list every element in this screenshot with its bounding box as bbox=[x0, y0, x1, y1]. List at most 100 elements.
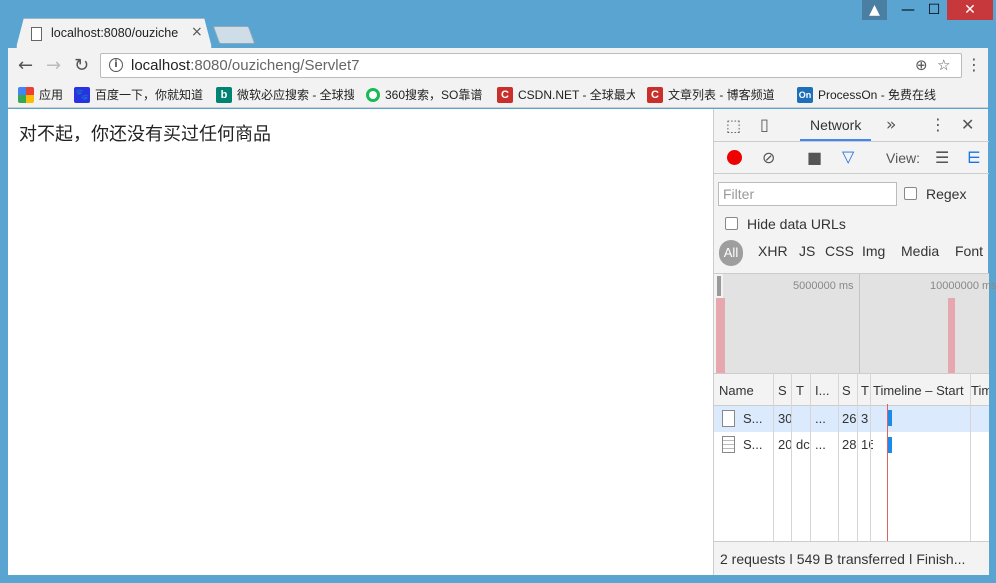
bookmark-csdn[interactable]: C CSDN.NET - 全球最大 bbox=[497, 86, 635, 103]
devtools-menu-icon[interactable]: ⋮ bbox=[930, 115, 946, 134]
column-divider[interactable] bbox=[870, 373, 871, 541]
bookmark-label: 百度一下，你就知道 bbox=[95, 88, 204, 102]
reload-icon[interactable]: ↻ bbox=[74, 55, 89, 76]
address-bar[interactable]: i localhost:8080/ouzicheng/Servlet7 ⊕ ☆ bbox=[100, 53, 962, 78]
document-icon bbox=[722, 410, 735, 427]
network-overview[interactable]: 5000000 ms 10000000 ms bbox=[714, 273, 996, 374]
cell-name: S... bbox=[743, 411, 763, 426]
maximize-button[interactable]: ☐ bbox=[921, 0, 947, 20]
table-row[interactable]: S... 30 ... 26 3 bbox=[714, 406, 989, 432]
table-row[interactable]: S... 20 dc ... 28 16 bbox=[714, 432, 989, 458]
column-status[interactable]: S bbox=[778, 383, 789, 398]
forward-icon[interactable]: → bbox=[46, 55, 61, 76]
bookmark-blog-articles[interactable]: C 文章列表 - 博客频道 bbox=[647, 86, 785, 103]
network-status-bar: 2 requests ǀ 549 B transferred ǀ Finish.… bbox=[714, 541, 989, 575]
regex-label: Regex bbox=[926, 186, 967, 202]
more-tabs-icon[interactable]: » bbox=[886, 115, 896, 135]
browser-tab[interactable]: localhost:8080/ouziche × bbox=[16, 18, 212, 48]
bookmark-baidu[interactable]: 🐾 百度一下，你就知道 bbox=[74, 86, 210, 103]
column-divider[interactable] bbox=[838, 373, 839, 541]
device-toolbar-icon[interactable]: ▯ bbox=[760, 115, 769, 134]
bookmarks-bar: 应用 🐾 百度一下，你就知道 b 微软必应搜索 - 全球搜 360搜索，SO靠谱… bbox=[8, 82, 988, 108]
overview-activity-mark bbox=[716, 298, 725, 374]
bookmark-label: 文章列表 - 博客频道 bbox=[668, 88, 775, 102]
bookmark-processon[interactable]: On ProcessOn - 免费在线 bbox=[797, 86, 937, 103]
bookmark-star-icon[interactable]: ☆ bbox=[937, 56, 950, 74]
cell-name: S... bbox=[743, 437, 763, 452]
cell-initiator: ... bbox=[815, 437, 826, 452]
url-text[interactable]: localhost:8080/ouzicheng/Servlet7 bbox=[131, 57, 360, 74]
waterfall-bar bbox=[888, 410, 892, 426]
translate-icon[interactable]: ⊕ bbox=[915, 56, 928, 74]
type-filter-all[interactable]: All bbox=[719, 240, 743, 266]
page-message: 对不起，你还没有买过任何商品 bbox=[19, 124, 271, 145]
column-timeline-start[interactable]: Timeline – Start bbox=[873, 383, 968, 398]
document-icon bbox=[722, 436, 735, 453]
request-table-body: S... 30 ... 26 3 S... 20 dc ... 28 16 bbox=[714, 406, 989, 541]
load-event-line bbox=[887, 404, 888, 541]
cell-status: 20 bbox=[778, 437, 792, 452]
bookmark-label: ProcessOn - 免费在线 bbox=[818, 88, 937, 102]
baidu-icon: 🐾 bbox=[74, 86, 90, 103]
processon-icon: On bbox=[797, 86, 813, 103]
tab-network[interactable]: Network bbox=[800, 109, 872, 141]
csdn-icon: C bbox=[497, 86, 513, 103]
column-divider[interactable] bbox=[791, 373, 792, 541]
chrome-menu-icon[interactable]: ⋮ bbox=[966, 55, 982, 74]
view-label: View: bbox=[886, 150, 920, 166]
record-icon[interactable] bbox=[727, 150, 742, 165]
back-icon[interactable]: ← bbox=[18, 55, 33, 76]
type-filter-xhr[interactable]: XHR bbox=[758, 243, 788, 259]
bookmark-apps[interactable]: 应用 bbox=[18, 86, 74, 103]
clear-icon[interactable]: ⊘ bbox=[762, 148, 775, 167]
column-initiator[interactable]: I... bbox=[815, 383, 830, 398]
network-controls: ⊘ ■ ▽ View: ☰ ⋿ bbox=[714, 142, 989, 174]
bookmark-label: 360搜索，SO靠谱 bbox=[385, 88, 483, 102]
url-path: :8080/ouzicheng/Servlet7 bbox=[190, 57, 360, 74]
type-filter-js[interactable]: JS bbox=[799, 243, 815, 259]
capture-screenshots-icon[interactable]: ■ bbox=[807, 148, 822, 167]
type-filter-font[interactable]: Font bbox=[955, 243, 983, 259]
cell-size: 28 bbox=[842, 437, 857, 452]
waterfall-bar bbox=[888, 437, 892, 453]
devtools-panel: ⬚ ▯ Network » ⋮ ✕ ⊘ ■ ▽ View: ☰ ⋿ Filter… bbox=[713, 109, 996, 575]
close-window-button[interactable]: ✕ bbox=[947, 0, 993, 20]
bookmark-360[interactable]: 360搜索，SO靠谱 bbox=[366, 86, 494, 103]
column-divider[interactable] bbox=[773, 373, 774, 541]
column-size[interactable]: S bbox=[842, 383, 852, 398]
type-filter-media[interactable]: Media bbox=[901, 243, 939, 259]
hide-data-urls-checkbox[interactable] bbox=[725, 217, 738, 230]
devtools-close-icon[interactable]: ✕ bbox=[961, 115, 974, 134]
user-profile-icon[interactable]: ▲ bbox=[862, 0, 887, 20]
page-icon bbox=[31, 27, 42, 41]
column-type[interactable]: T bbox=[796, 383, 806, 398]
csdn-icon: C bbox=[647, 86, 663, 103]
overview-grip[interactable] bbox=[717, 276, 721, 296]
minimize-button[interactable]: — bbox=[895, 0, 921, 20]
column-name[interactable]: Name bbox=[719, 383, 774, 398]
new-tab-button[interactable] bbox=[212, 26, 256, 44]
tab-close-icon[interactable]: × bbox=[191, 24, 203, 40]
overview-icon[interactable]: ⋿ bbox=[967, 148, 981, 167]
filter-input[interactable]: Filter bbox=[718, 182, 897, 206]
type-filter-img[interactable]: Img bbox=[862, 243, 885, 259]
type-filter-css[interactable]: CSS bbox=[825, 243, 854, 259]
regex-checkbox[interactable] bbox=[904, 187, 917, 200]
column-divider[interactable] bbox=[857, 373, 858, 541]
bookmark-label: CSDN.NET - 全球最大 bbox=[518, 88, 635, 102]
overview-gridline bbox=[859, 274, 860, 374]
request-table-header: Name S T I... S T Timeline – Start Tim bbox=[714, 373, 989, 406]
page-content: 对不起，你还没有买过任何商品 bbox=[8, 109, 713, 575]
inspect-element-icon[interactable]: ⬚ bbox=[726, 116, 741, 135]
large-rows-icon[interactable]: ☰ bbox=[935, 148, 949, 167]
filter-icon[interactable]: ▽ bbox=[842, 147, 854, 166]
info-icon[interactable]: i bbox=[109, 58, 123, 72]
column-divider[interactable] bbox=[970, 373, 971, 541]
cell-size: 26 bbox=[842, 411, 857, 426]
browser-toolbar: ← → ↻ i localhost:8080/ouzicheng/Servlet… bbox=[8, 48, 988, 82]
bookmark-bing[interactable]: b 微软必应搜索 - 全球搜 bbox=[216, 86, 354, 103]
column-timeline-extra[interactable]: Tim bbox=[971, 383, 989, 398]
so360-icon bbox=[366, 87, 380, 102]
apps-icon bbox=[18, 86, 34, 103]
column-divider[interactable] bbox=[810, 373, 811, 541]
